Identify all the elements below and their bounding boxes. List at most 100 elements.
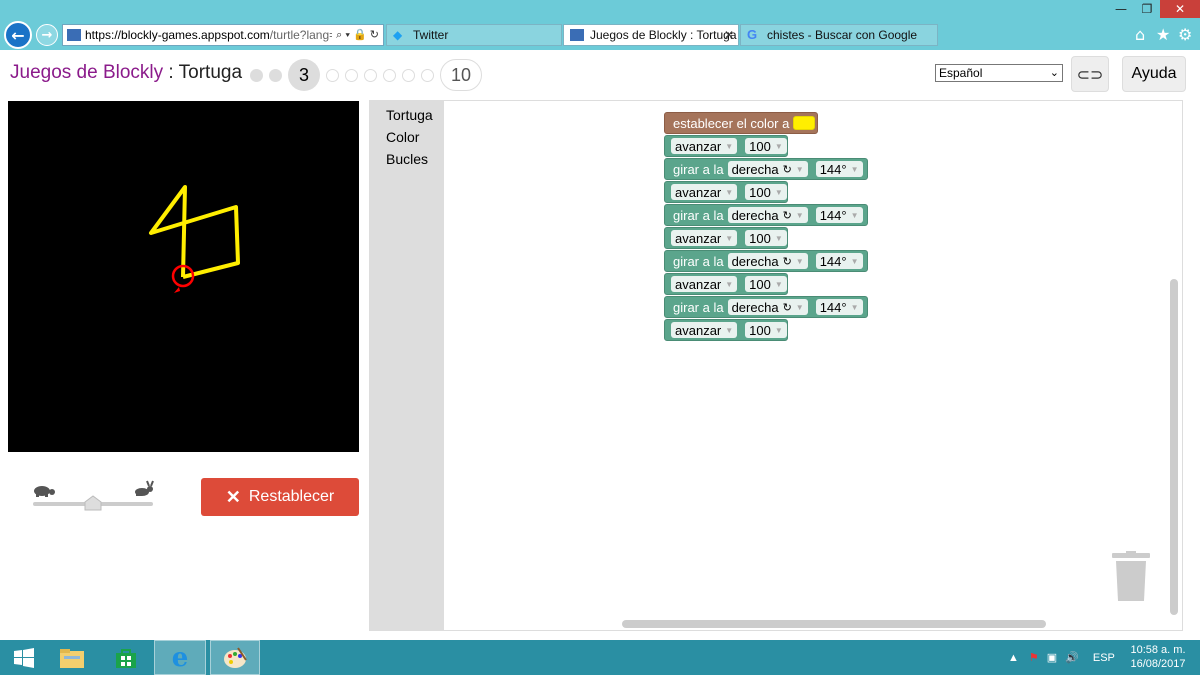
chevron-down-icon: ▼ (795, 164, 804, 174)
move-label: avanzar (675, 230, 722, 246)
move-dropdown[interactable]: avanzar ▼ (671, 184, 738, 200)
horizontal-scrollbar[interactable] (622, 620, 1046, 628)
title-separator: : (163, 62, 179, 83)
taskbar: e ▲ ⚑ ▣ 🔊 ESP 10:58 a. m. 16/08/2017 (0, 640, 1200, 675)
angle-value: 144° (819, 161, 847, 177)
level-6-dot[interactable] (364, 68, 377, 82)
search-icon[interactable]: ⌕ ▾ 🔒 ↻ (332, 28, 383, 42)
direction-value: derecha (731, 253, 779, 269)
move-label: avanzar (675, 322, 722, 338)
distance-input[interactable]: 100 ▼ (745, 276, 787, 292)
internet-explorer-icon: e (171, 642, 189, 673)
toolbox-category-turtle[interactable]: Tortuga (370, 104, 444, 126)
toolbox-category-loops[interactable]: Bucles (370, 148, 444, 170)
close-window-button[interactable]: ✕ (1160, 0, 1200, 18)
trash-can-icon[interactable] (1112, 551, 1150, 603)
chevron-down-icon: ▼ (795, 302, 804, 312)
block-label: establecer el color a (673, 115, 790, 131)
turn-block[interactable]: girar a la derecha ↻ ▼ 144° ▼ (664, 296, 868, 318)
chevron-down-icon: ▼ (795, 210, 804, 220)
forward-block[interactable]: avanzar ▼ 100 ▼ (664, 273, 788, 295)
network-icon[interactable]: ▣ (1047, 651, 1057, 664)
forward-block[interactable]: avanzar ▼ 100 ▼ (664, 227, 788, 249)
distance-input[interactable]: 100 ▼ (745, 184, 787, 200)
level-7-dot[interactable] (383, 68, 396, 82)
forward-button[interactable]: → (36, 24, 58, 46)
last-level-indicator[interactable]: 10 (440, 59, 482, 91)
turn-label: girar a la (673, 299, 724, 315)
blockly-workspace[interactable]: Tortuga Color Bucles establecer el color… (369, 100, 1183, 631)
angle-input[interactable]: 144° ▼ (815, 299, 863, 315)
forward-block[interactable]: avanzar ▼ 100 ▼ (664, 135, 788, 157)
current-level-indicator[interactable]: 3 (288, 59, 320, 91)
link-button[interactable]: ⊂⊃ (1071, 56, 1109, 92)
level-4-dot[interactable] (326, 68, 339, 82)
level-8-dot[interactable] (402, 68, 415, 82)
tab-label: chistes - Buscar con Google (767, 28, 918, 42)
forward-block[interactable]: avanzar ▼ 100 ▼ (664, 319, 788, 341)
level-2-dot[interactable] (269, 68, 282, 82)
action-center-flag-icon[interactable]: ⚑ (1029, 651, 1039, 664)
move-dropdown[interactable]: avanzar ▼ (671, 276, 738, 292)
brand-link[interactable]: Juegos de Blockly (10, 62, 163, 83)
distance-input[interactable]: 100 ▼ (745, 138, 787, 154)
store-bag-icon (116, 648, 136, 668)
home-icon[interactable]: ⌂ (1135, 25, 1145, 44)
language-select[interactable]: Español ⌄ (935, 64, 1063, 82)
speed-slider[interactable] (30, 480, 156, 516)
tab-twitter[interactable]: ◆ Twitter (386, 24, 562, 46)
direction-dropdown[interactable]: derecha ↻ ▼ (727, 161, 808, 177)
angle-input[interactable]: 144° ▼ (815, 161, 863, 177)
distance-input[interactable]: 100 ▼ (745, 322, 787, 338)
tab-google[interactable]: G chistes - Buscar con Google (740, 24, 938, 46)
address-bar[interactable]: https://blockly-games.appspot.com/turtle… (62, 24, 384, 46)
move-dropdown[interactable]: avanzar ▼ (671, 138, 738, 154)
direction-dropdown[interactable]: derecha ↻ ▼ (727, 253, 808, 269)
distance-input[interactable]: 100 ▼ (745, 230, 787, 246)
start-button[interactable] (0, 640, 48, 675)
back-button[interactable]: ← (4, 21, 32, 49)
reset-button[interactable]: ✕ Restablecer (201, 478, 359, 516)
volume-icon[interactable]: 🔊 (1065, 651, 1079, 664)
vertical-scrollbar[interactable] (1170, 279, 1178, 615)
angle-value: 144° (819, 207, 847, 223)
forward-block[interactable]: avanzar ▼ 100 ▼ (664, 181, 788, 203)
move-dropdown[interactable]: avanzar ▼ (671, 322, 738, 338)
chevron-down-icon: ▼ (725, 141, 734, 151)
close-tab-icon[interactable]: ✕ (724, 28, 734, 42)
level-1-dot[interactable] (250, 68, 263, 82)
angle-input[interactable]: 144° ▼ (815, 207, 863, 223)
toolbox-category-color[interactable]: Color (370, 126, 444, 148)
tab-blockly[interactable]: Juegos de Blockly : Tortuga ✕ (563, 24, 739, 46)
level-9-dot[interactable] (421, 68, 434, 82)
maximize-button[interactable]: ❐ (1134, 0, 1160, 18)
turn-block[interactable]: girar a la derecha ↻ ▼ 144° ▼ (664, 158, 868, 180)
distance-value: 100 (749, 230, 771, 246)
slider-thumb[interactable] (84, 495, 102, 511)
turn-block[interactable]: girar a la derecha ↻ ▼ 144° ▼ (664, 250, 868, 272)
close-icon: ✕ (225, 486, 241, 507)
turn-block[interactable]: girar a la derecha ↻ ▼ 144° ▼ (664, 204, 868, 226)
color-swatch[interactable] (793, 116, 816, 130)
paint-button[interactable] (210, 640, 260, 675)
chevron-down-icon: ▼ (850, 210, 859, 220)
direction-dropdown[interactable]: derecha ↻ ▼ (727, 299, 808, 315)
help-button[interactable]: Ayuda (1122, 56, 1186, 92)
minimize-button[interactable]: — (1108, 0, 1134, 18)
file-explorer-button[interactable] (48, 640, 96, 675)
input-language-indicator[interactable]: ESP (1093, 652, 1115, 664)
store-button[interactable] (102, 640, 150, 675)
direction-dropdown[interactable]: derecha ↻ ▼ (727, 207, 808, 223)
chevron-down-icon: ▼ (725, 187, 734, 197)
level-5-dot[interactable] (345, 68, 358, 82)
arrow-right-icon: → (41, 27, 53, 43)
move-dropdown[interactable]: avanzar ▼ (671, 230, 738, 246)
settings-gear-icon[interactable]: ⚙ (1178, 25, 1192, 44)
chevron-down-icon: ⌄ (1049, 67, 1059, 79)
clock[interactable]: 10:58 a. m. 16/08/2017 (1128, 643, 1188, 671)
show-hidden-icons-icon[interactable]: ▲ (1008, 652, 1019, 664)
favorites-star-icon[interactable]: ★ (1156, 25, 1170, 44)
set-color-block[interactable]: establecer el color a (664, 112, 818, 134)
internet-explorer-button[interactable]: e (154, 640, 206, 675)
angle-input[interactable]: 144° ▼ (815, 253, 863, 269)
